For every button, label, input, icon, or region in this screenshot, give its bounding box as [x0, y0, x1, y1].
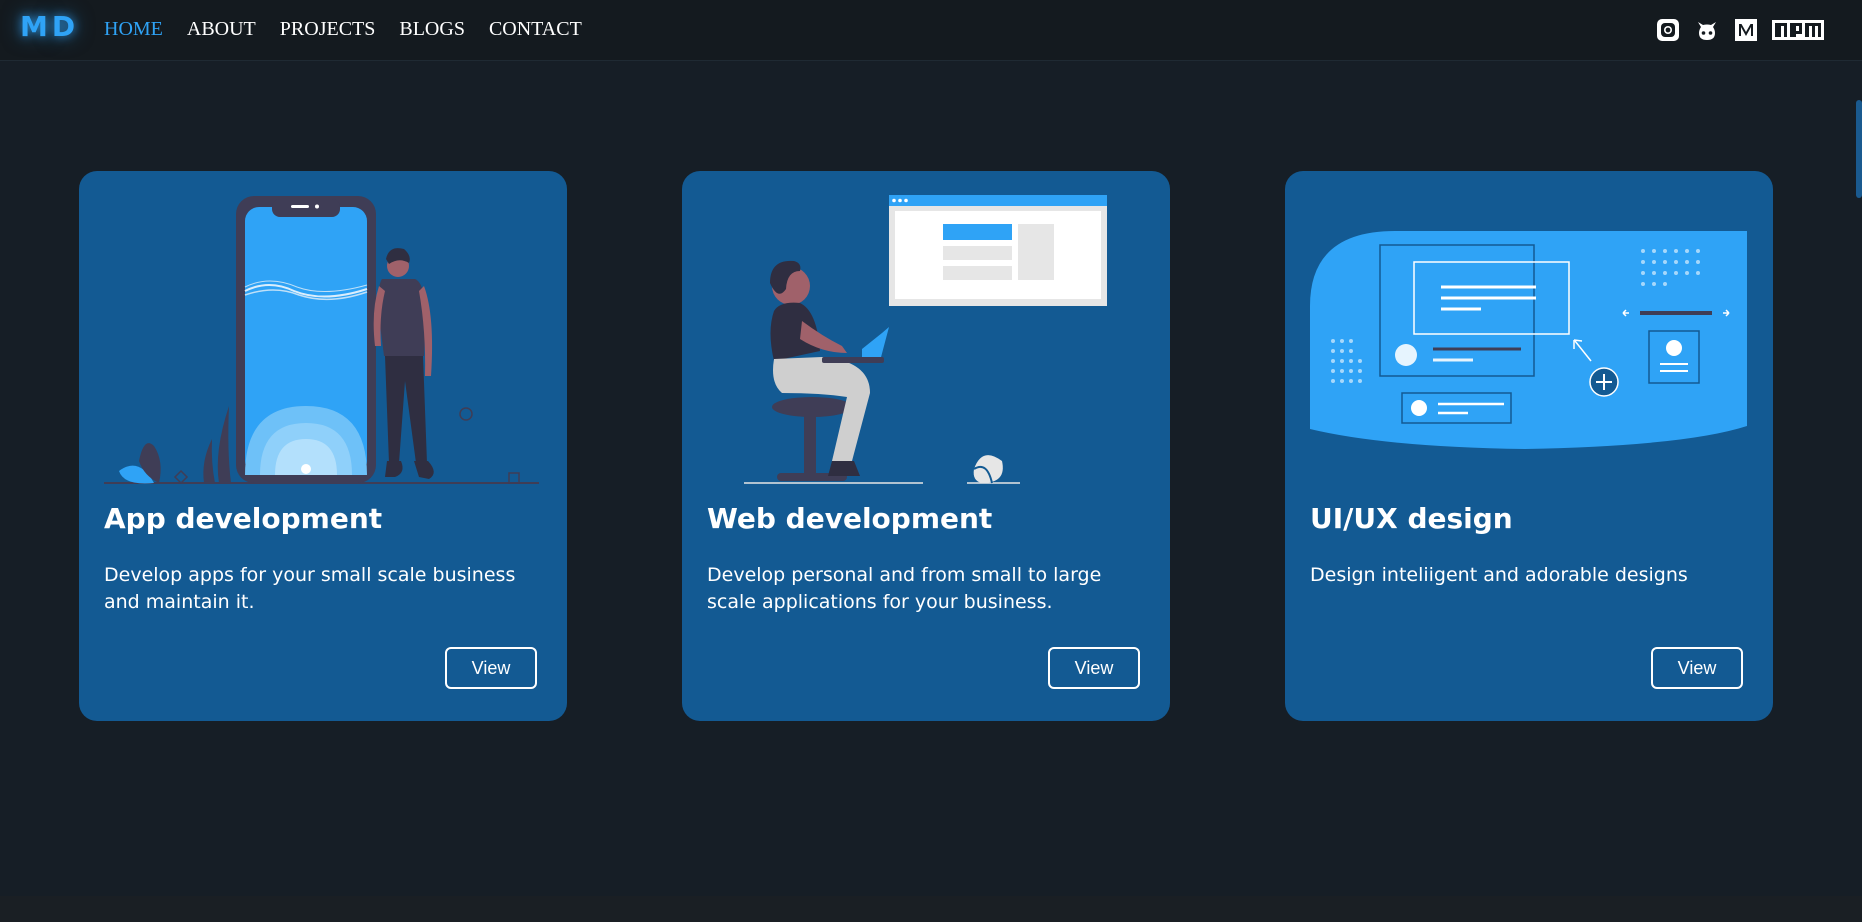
scrollbar-thumb[interactable] [1856, 100, 1862, 198]
medium-icon[interactable] [1734, 18, 1758, 42]
nav-link-projects[interactable]: PROJECTS [280, 18, 376, 41]
nav-links: HOME ABOUT PROJECTS BLOGS CONTACT [104, 18, 606, 41]
app-development-illustration [104, 196, 539, 485]
nav-link-home[interactable]: HOME [104, 18, 163, 41]
top-navbar: MD HOME ABOUT PROJECTS BLOGS CONTACT [0, 0, 1862, 61]
card-description: Develop apps for your small scale busine… [104, 564, 516, 613]
web-development-illustration [744, 195, 1107, 484]
view-button[interactable]: View [1651, 647, 1743, 689]
social-links [1656, 18, 1824, 42]
card-description: Develop personal and from small to large… [707, 564, 1102, 613]
card-description: Design inteliigent and adorable designs [1310, 564, 1688, 586]
brand-logo[interactable]: MD [20, 10, 79, 43]
card-title: Web development [707, 502, 993, 535]
instagram-icon[interactable] [1656, 18, 1680, 42]
nav-link-contact[interactable]: CONTACT [489, 18, 582, 41]
view-button[interactable]: View [1048, 647, 1140, 689]
service-card-web-development: Web development Develop personal and fro… [682, 171, 1170, 721]
github-icon[interactable] [1694, 18, 1720, 42]
view-button[interactable]: View [445, 647, 537, 689]
uiux-design-illustration [1310, 231, 1747, 449]
footer-strip [0, 896, 1862, 922]
nav-link-blogs[interactable]: BLOGS [399, 18, 465, 41]
service-card-uiux-design: UI/UX design Design inteliigent and ador… [1285, 171, 1773, 721]
card-title: App development [104, 502, 383, 535]
nav-link-about[interactable]: ABOUT [187, 18, 256, 41]
service-card-app-development: App development Develop apps for your sm… [79, 171, 567, 721]
npm-icon[interactable] [1772, 19, 1824, 41]
card-title: UI/UX design [1310, 502, 1513, 535]
